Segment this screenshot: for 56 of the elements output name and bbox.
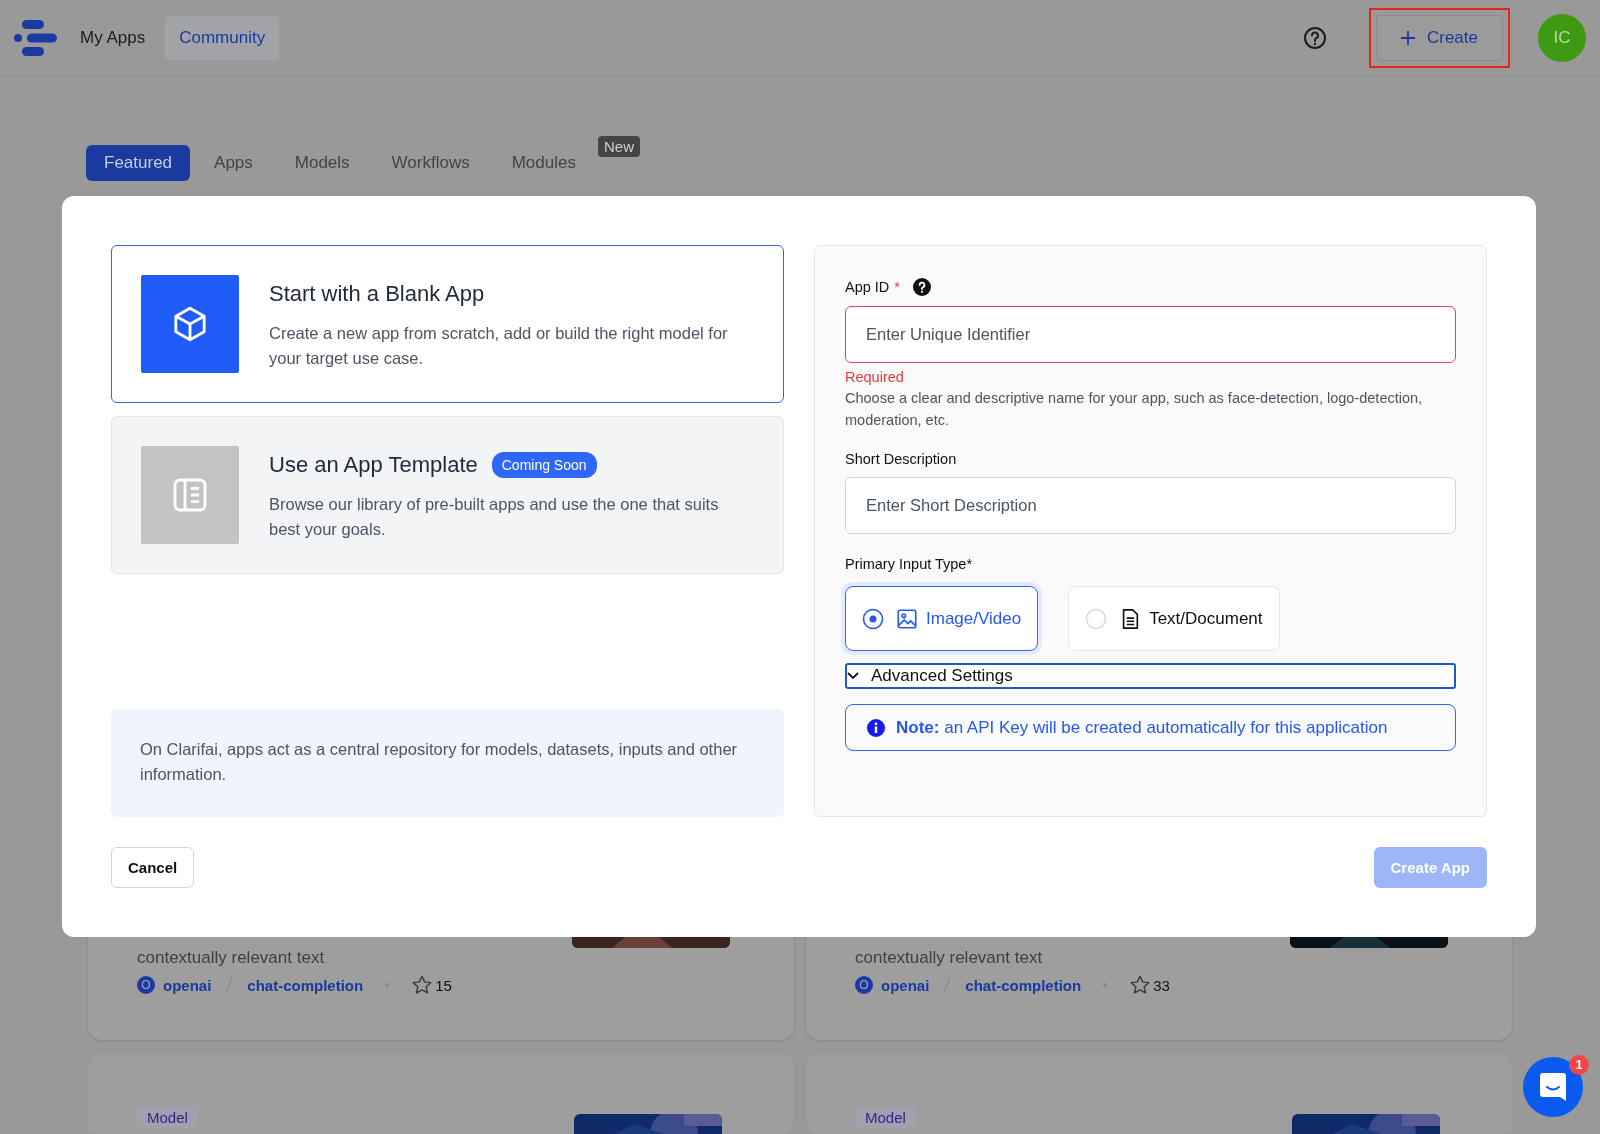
required-mark: * <box>894 279 900 295</box>
nav-link[interactable]: Community <box>165 16 280 60</box>
tab[interactable]: Apps <box>196 145 271 181</box>
note-text: Note: an API Key will be created automatically for this application <box>896 717 1388 738</box>
card-description: contextually relevant text <box>137 948 326 968</box>
card-description: contextually relevant text <box>855 948 1044 968</box>
description-field[interactable]: Enter Short Description <box>845 477 1456 534</box>
chat-button[interactable] <box>1523 1057 1583 1117</box>
type-tag: Model <box>855 1106 916 1129</box>
advanced-settings-toggle[interactable]: Advanced Settings <box>845 663 1456 689</box>
info-box: On Clarifai, apps act as a central repository for models, datasets, inputs and other information. <box>111 709 784 817</box>
tab[interactable]: Models <box>276 145 368 181</box>
info-icon <box>866 717 886 738</box>
option-card[interactable]: Use an App Template Coming Soon Browse our library of pre-built apps and use the one that suits best your goals. <box>111 416 784 574</box>
error-message: Required <box>845 369 905 385</box>
option-description: Create a new app from scratch, add or build the right model for your target use case. <box>269 323 729 369</box>
app-link[interactable]: chat-completion <box>965 976 1082 994</box>
owner-link[interactable]: openai <box>881 976 930 994</box>
star-count: 33 <box>1153 976 1170 994</box>
star-count: 15 <box>435 976 452 994</box>
new-badge: New <box>597 136 640 157</box>
app-link[interactable]: chat-completion <box>247 976 364 994</box>
coming-soon-badge: Coming Soon <box>491 452 597 478</box>
chevron-icon <box>847 672 859 680</box>
notification-badge: 1 <box>1569 1055 1589 1075</box>
image-icon <box>896 607 918 630</box>
app-card[interactable]: Model <box>88 1054 794 1134</box>
type-tag: Model <box>137 1106 198 1129</box>
help-icon[interactable] <box>913 278 931 296</box>
tab[interactable]: Modules <box>493 145 594 181</box>
app-card[interactable]: Model <box>806 1054 1512 1134</box>
cancel-button[interactable]: Cancel <box>111 847 195 888</box>
field-hint: Choose a clear and descriptive name for your app, such as face-detection, logo-detection, moderation, etc. <box>845 389 1424 430</box>
nav-link[interactable]: My Apps <box>66 16 160 60</box>
tab[interactable]: Featured <box>86 145 191 181</box>
plus-icon <box>1400 31 1415 45</box>
star-icon[interactable] <box>1129 974 1152 996</box>
create-button[interactable]: Create <box>1375 15 1503 61</box>
field-label: Short Description <box>845 451 957 467</box>
app-id-field[interactable]: Enter Unique Identifier <box>845 306 1456 363</box>
input-type-option[interactable]: Text/Document <box>1068 586 1280 651</box>
field-label: App ID <box>845 279 890 295</box>
option-title: Use an App Template <box>269 452 478 478</box>
star-icon[interactable] <box>411 974 434 996</box>
option-card[interactable]: Start with a Blank App Create a new app from scratch, add or build the right model for your target use case. <box>111 245 784 403</box>
help-icon[interactable] <box>1302 26 1327 50</box>
owner-link[interactable]: openai <box>163 976 212 994</box>
field-label: Primary Input Type* <box>845 556 973 572</box>
option-description: Browse our library of pre-built apps and use the one that suits best your goals. <box>269 494 720 540</box>
radio-icon[interactable] <box>862 607 884 630</box>
tab[interactable]: Workflows <box>373 145 488 181</box>
owner-avatar: O <box>855 976 873 994</box>
option-title: Start with a Blank App <box>269 281 485 307</box>
logo-icon[interactable] <box>14 18 60 58</box>
owner-avatar: O <box>137 976 155 994</box>
chat-icon <box>1538 1071 1568 1103</box>
